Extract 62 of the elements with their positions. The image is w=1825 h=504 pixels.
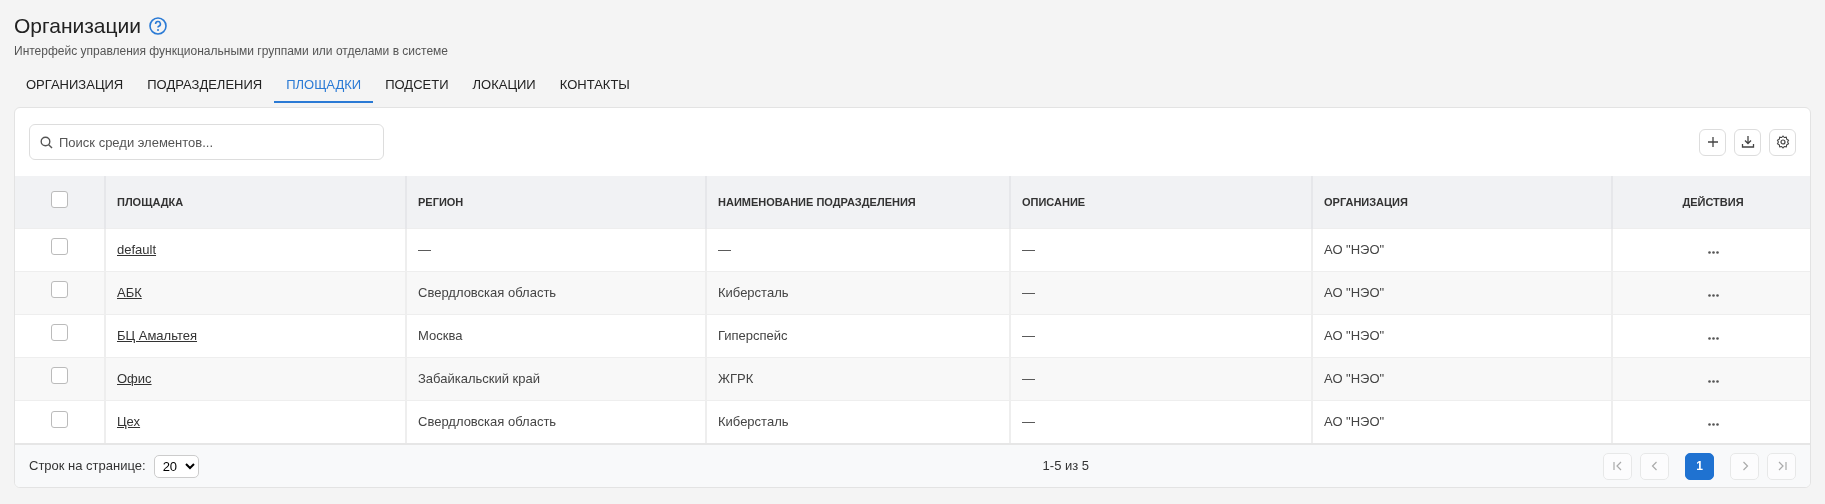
- table-cell: Киберсталь: [718, 284, 789, 300]
- site-link[interactable]: БЦ Амальтея: [117, 327, 198, 343]
- table-cell: АО "НЭО": [1324, 241, 1385, 257]
- row-checkbox[interactable]: [51, 238, 68, 256]
- row-checkbox[interactable]: [51, 324, 68, 342]
- more-icon[interactable]: [1707, 423, 1719, 426]
- site-link[interactable]: Цех: [117, 414, 141, 429]
- site-link[interactable]: Офис: [117, 370, 152, 386]
- more-icon[interactable]: [1707, 250, 1719, 254]
- tab[interactable]: ЛОКАЦИИ: [460, 67, 548, 103]
- table-cell: —: [718, 241, 731, 257]
- add-button[interactable]: [1699, 128, 1726, 156]
- table-cell: Киберсталь: [718, 414, 789, 429]
- tab[interactable]: ПОДСЕТИ: [373, 67, 461, 103]
- download-icon: [1740, 135, 1755, 149]
- column-header: ОПИСАНИЕ: [1022, 195, 1086, 208]
- plus-icon: [1705, 135, 1720, 149]
- table-cell: Москва: [418, 327, 463, 343]
- column-header: ОРГАНИЗАЦИЯ: [1324, 195, 1408, 208]
- select-all-checkbox[interactable]: [51, 191, 68, 208]
- table-cell: АО "НЭО": [1324, 370, 1385, 386]
- table-cell: АО "НЭО": [1324, 414, 1385, 429]
- table-cell: Гиперспейс: [718, 327, 788, 343]
- table-cell: АО "НЭО": [1324, 327, 1385, 343]
- table-cell: —: [1022, 370, 1035, 386]
- settings-button[interactable]: [1769, 128, 1796, 156]
- more-icon[interactable]: [1707, 336, 1719, 340]
- rows-per-page-label: Строк на странице:: [29, 457, 146, 476]
- more-icon[interactable]: [1707, 379, 1719, 383]
- table-cell: Забайкальский край: [418, 370, 540, 386]
- rows-per-page-select[interactable]: 20: [153, 454, 199, 478]
- page-button[interactable]: 1: [1685, 452, 1714, 480]
- row-checkbox[interactable]: [51, 281, 68, 299]
- row-checkbox[interactable]: [51, 367, 68, 385]
- table-cell: —: [1022, 241, 1035, 257]
- tab[interactable]: ОРГАНИЗАЦИЯ: [14, 67, 136, 103]
- column-header: ДЕЙСТВИЯ: [1682, 195, 1744, 208]
- table-cell: Свердловская область: [418, 414, 557, 429]
- download-button[interactable]: [1734, 128, 1761, 156]
- table-cell: АО "НЭО": [1324, 284, 1385, 300]
- table-cell: —: [1022, 327, 1035, 343]
- page-subtitle: Интерфейс управления функциональными группами или отделами в системе: [14, 42, 450, 60]
- help-icon[interactable]: [149, 16, 167, 35]
- pagination-range: 1-5 из 5: [1042, 457, 1090, 476]
- table-cell: —: [418, 241, 431, 257]
- column-header: ПЛОЩАДКА: [117, 195, 184, 208]
- row-checkbox[interactable]: [51, 410, 68, 428]
- table-cell: ЖГРК: [718, 370, 754, 386]
- tab[interactable]: ПОДРАЗДЕЛЕНИЯ: [135, 67, 275, 103]
- more-icon[interactable]: [1707, 293, 1719, 297]
- site-link[interactable]: default: [117, 241, 157, 257]
- tab[interactable]: КОНТАКТЫ: [547, 67, 642, 103]
- column-header: НАИМЕНОВАНИЕ ПОДРАЗДЕЛЕНИЯ: [718, 195, 916, 208]
- site-link[interactable]: АБК: [117, 284, 142, 300]
- page-title: Организации: [14, 13, 141, 39]
- search-field[interactable]: Поиск среди элементов...: [29, 124, 384, 160]
- table-cell: Свердловская область: [418, 284, 557, 300]
- table-cell: —: [1022, 414, 1035, 429]
- column-header: РЕГИОН: [418, 195, 464, 208]
- table-cell: —: [1022, 284, 1035, 300]
- gear-icon: [1775, 135, 1790, 149]
- tab[interactable]: ПЛОЩАДКИ: [274, 67, 374, 103]
